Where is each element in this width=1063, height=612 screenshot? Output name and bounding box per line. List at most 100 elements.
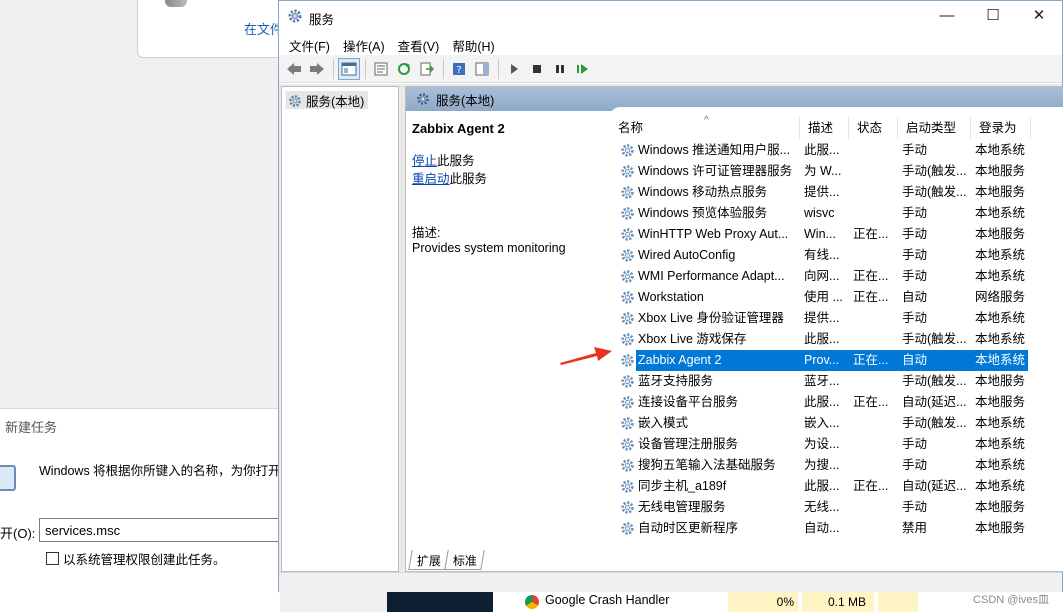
menu-action[interactable]: 操作(A) bbox=[343, 33, 392, 55]
refresh-button[interactable] bbox=[393, 58, 415, 80]
restart-service-link[interactable]: 重启动 bbox=[412, 172, 450, 186]
menu-file[interactable]: 文件(F) bbox=[289, 33, 337, 55]
properties-icon bbox=[374, 62, 388, 75]
service-row[interactable]: Windows 预览体验服务 wisvc 手动 本地系统 bbox=[610, 203, 1063, 224]
service-log-on-as: 本地服务 bbox=[975, 164, 1026, 178]
maximize-button[interactable]: ☐ bbox=[970, 1, 1016, 31]
service-startup-type: 自动(延迟... bbox=[902, 395, 967, 409]
service-row[interactable]: Windows 许可证管理器服务为 W... 手动(触发... 本地服务 bbox=[610, 161, 1063, 182]
service-name: Zabbix Agent 2 bbox=[636, 350, 800, 371]
service-row[interactable]: 设备管理注册服务 为设... 手动 本地系统 bbox=[610, 434, 1063, 455]
service-icon-cell bbox=[618, 476, 636, 497]
description-label: 描述: bbox=[412, 226, 441, 240]
service-row[interactable]: 连接设备平台服务 此服... 正在... 自动(延迟... 本地服务 bbox=[610, 392, 1063, 413]
service-row[interactable]: Xbox Live 身份验证管理器 提供... 手动 本地系统 bbox=[610, 308, 1063, 329]
service-name: Xbox Live 身份验证管理器 bbox=[638, 311, 784, 325]
close-button[interactable]: ✕ bbox=[1016, 1, 1062, 31]
menu-help[interactable]: 帮助(H) bbox=[452, 33, 501, 55]
service-name: Windows 推送通知用户服... bbox=[638, 143, 791, 157]
minimize-button[interactable]: — bbox=[924, 1, 970, 31]
column-header-log-on-as[interactable]: 登录为 bbox=[971, 117, 1031, 139]
back-button[interactable] bbox=[283, 58, 305, 80]
service-name: 嵌入模式 bbox=[638, 416, 689, 430]
service-startup-type: 自动 bbox=[898, 350, 971, 371]
show-tree-button[interactable] bbox=[338, 57, 360, 80]
service-row[interactable]: Windows 移动热点服务 提供... 手动(触发... 本地服务 bbox=[610, 182, 1063, 203]
service-gear-icon bbox=[620, 228, 634, 241]
service-log-on-as: 本地系统 bbox=[975, 332, 1026, 346]
run-description: Windows 将根据你所键入的名称，为你打开相应的程序、文件夹、文档或 Int… bbox=[39, 464, 279, 478]
service-row[interactable]: Wired AutoConfig 有线... 手动 本地系统 bbox=[610, 245, 1063, 266]
help-button[interactable]: ? bbox=[448, 58, 470, 80]
service-row[interactable]: WinHTTP Web Proxy Aut... Win... 正在... 手动 本地服… bbox=[610, 224, 1063, 245]
service-status bbox=[849, 308, 898, 329]
service-log-on-as: 本地系统 bbox=[975, 311, 1026, 325]
column-header-description[interactable]: 描述 bbox=[800, 117, 849, 139]
service-row[interactable]: 搜狗五笔输入法基础服务 为搜... 手动 本地系统 bbox=[610, 455, 1063, 476]
service-description: 此服... bbox=[804, 395, 840, 409]
show-action-pane-button[interactable] bbox=[471, 58, 493, 80]
selected-service-name: Zabbix Agent 2 bbox=[412, 121, 505, 136]
service-startup-type: 手动(触发... bbox=[902, 185, 967, 199]
service-gear-icon bbox=[620, 249, 634, 262]
client-area: 服务(本地) 服务(本地) Zabbix Agent 2 停止此服务 重启动此服… bbox=[279, 84, 1063, 572]
open-input[interactable] bbox=[39, 518, 279, 542]
restart-service-suffix: 此服务 bbox=[449, 172, 488, 186]
service-row[interactable]: 蓝牙支持服务 蓝牙... 手动(触发... 本地服务 bbox=[610, 371, 1063, 392]
service-row[interactable]: 同步主机_a189f 此服... 正在... 自动(延迟... 本地系统 bbox=[610, 476, 1063, 497]
title-bar[interactable]: 服务 — ☐ ✕ bbox=[279, 1, 1062, 33]
service-icon-cell bbox=[618, 182, 636, 203]
service-icon-cell bbox=[618, 371, 636, 392]
service-icon-cell bbox=[618, 203, 636, 224]
toolbar-separator bbox=[333, 58, 334, 79]
service-name: 蓝牙支持服务 bbox=[638, 374, 714, 388]
service-description: 自动... bbox=[804, 521, 840, 535]
window-title: 服务 bbox=[309, 13, 335, 27]
service-description: 蓝牙... bbox=[804, 374, 840, 388]
menu-view[interactable]: 查看(V) bbox=[398, 33, 447, 55]
service-icon-cell bbox=[618, 224, 636, 245]
service-description: 为搜... bbox=[804, 458, 840, 472]
restart-service-action: 重启动此服务 bbox=[412, 170, 612, 188]
service-status: 正在... bbox=[853, 290, 889, 304]
forward-button[interactable] bbox=[306, 58, 328, 80]
service-row[interactable]: 无线电管理服务 无线... 手动 本地服务 bbox=[610, 497, 1063, 518]
service-row[interactable]: Workstation 使用 ... 正在... 自动 网络服务 bbox=[610, 287, 1063, 308]
service-description: 为设... bbox=[804, 437, 840, 451]
service-row[interactable]: 嵌入模式 嵌入... 手动(触发... 本地系统 bbox=[610, 413, 1063, 434]
tab-standard[interactable]: 标准 bbox=[444, 550, 485, 570]
restart-service-button[interactable] bbox=[572, 58, 594, 80]
properties-button[interactable] bbox=[370, 58, 392, 80]
stop-service-button[interactable] bbox=[526, 58, 548, 80]
service-status: 正在... bbox=[853, 269, 889, 283]
column-header-status[interactable]: 状态 bbox=[849, 117, 898, 139]
taskbar-segment bbox=[387, 592, 493, 612]
service-status: 正在... bbox=[849, 350, 898, 371]
column-header-startup-type[interactable]: 启动类型 bbox=[898, 117, 971, 139]
service-row[interactable]: Zabbix Agent 2 Prov... 正在... 自动 本地系统 bbox=[610, 350, 1063, 371]
service-row[interactable]: Windows 推送通知用户服... 此服... 手动 本地系统 bbox=[610, 140, 1063, 161]
service-row[interactable]: 自动时区更新程序 自动... 禁用 本地服务 bbox=[610, 518, 1063, 539]
service-status bbox=[849, 455, 898, 476]
tab-extended[interactable]: 扩展 bbox=[408, 550, 449, 570]
service-log-on-as: 网络服务 bbox=[975, 290, 1026, 304]
service-log-on-as: 本地系统 bbox=[975, 206, 1026, 220]
admin-checkbox-row[interactable]: 以系统管理权限创建此任务。 bbox=[46, 549, 226, 568]
services-gear-icon bbox=[417, 93, 429, 105]
tree-item-services-local[interactable]: 服务(本地) bbox=[286, 91, 369, 109]
service-row[interactable]: WMI Performance Adapt... 向网... 正在... 手动 本地系统 bbox=[610, 266, 1063, 287]
start-service-button[interactable] bbox=[503, 58, 525, 80]
stop-service-link[interactable]: 停止 bbox=[412, 154, 437, 168]
service-description: 无线... bbox=[804, 500, 840, 514]
service-status: 正在... bbox=[853, 479, 889, 493]
admin-checkbox[interactable] bbox=[46, 552, 59, 565]
service-row[interactable]: Xbox Live 游戏保存 此服... 手动(触发... 本地系统 bbox=[610, 329, 1063, 350]
stop-service-action: 停止此服务 bbox=[412, 152, 612, 170]
sort-ascending-icon: ^ bbox=[704, 115, 709, 126]
service-description: 提供... bbox=[804, 311, 840, 325]
task-manager-row[interactable]: Google Crash Handler 0% 0.1 MB bbox=[387, 592, 1063, 612]
stop-icon bbox=[533, 64, 541, 73]
pause-service-button[interactable] bbox=[549, 58, 571, 80]
export-list-button[interactable] bbox=[416, 58, 438, 80]
service-rows: Windows 推送通知用户服... 此服... 手动 本地系统 Windows 许可证… bbox=[610, 140, 1063, 539]
